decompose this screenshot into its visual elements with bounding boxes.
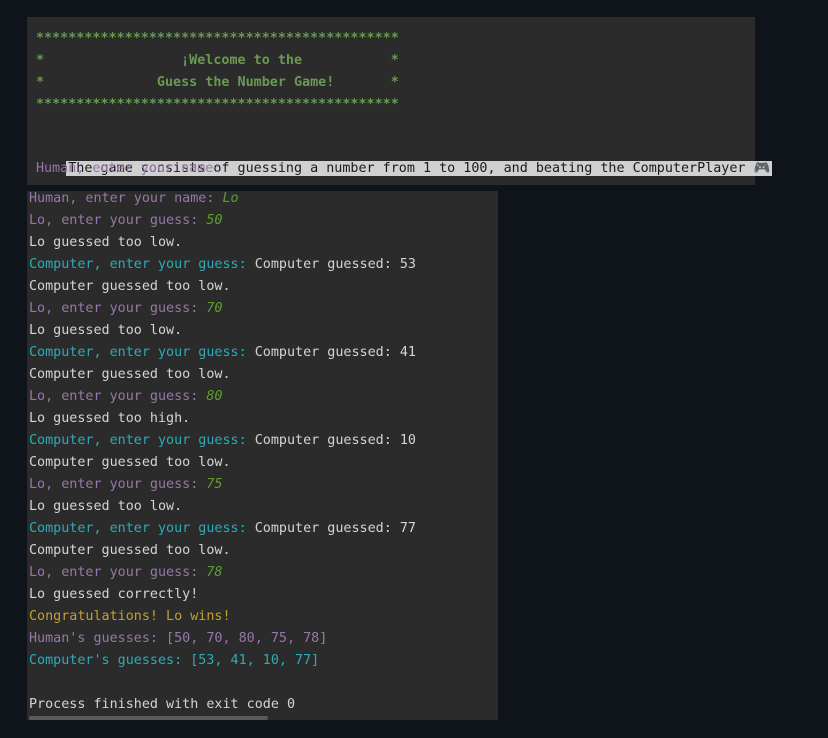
- user-input-text: 78: [206, 565, 223, 580]
- console-line: Lo guessed correctly!: [29, 584, 198, 606]
- output-text: Computer guessed too low.: [29, 367, 231, 382]
- intro-panel: ****************************************…: [27, 17, 773, 185]
- output-text: Computer guessed: 41: [254, 345, 416, 360]
- output-text: Computer, enter your guess:: [29, 433, 255, 448]
- user-input-text: 70: [206, 301, 223, 316]
- output-text: Lo, enter your guess:: [29, 301, 207, 316]
- banner-line-2: * ¡Welcome to the *: [36, 53, 399, 68]
- console-line: Lo, enter your guess: 75: [29, 474, 223, 496]
- output-text: Computer guessed too low.: [29, 455, 231, 470]
- horizontal-scrollbar[interactable]: [29, 716, 268, 720]
- output-text: Lo, enter your guess:: [29, 389, 207, 404]
- output-text: Lo, enter your guess:: [29, 477, 207, 492]
- console-line: Computer, enter your guess: Computer gue…: [29, 342, 416, 364]
- console-line: Computer, enter your guess: Computer gue…: [29, 430, 416, 452]
- console-line: Lo guessed too high.: [29, 408, 190, 430]
- console-line: Computer's guesses: [53, 41, 10, 77]: [29, 650, 319, 672]
- output-text: Computer guessed too low.: [29, 279, 231, 294]
- console-line: Computer guessed too low.: [29, 540, 231, 562]
- output-text: Computer, enter your guess:: [29, 521, 255, 536]
- output-text: Computer, enter your guess:: [29, 257, 255, 272]
- console-line: Lo guessed too low.: [29, 496, 182, 518]
- output-text: Congratulations! Lo wins!: [29, 609, 231, 624]
- banner-line-1: ****************************************…: [36, 31, 399, 46]
- output-text: Human's guesses: [50, 70, 80, 75, 78]: [29, 631, 328, 646]
- output-text: Computer guessed too low.: [29, 543, 231, 558]
- console-line: Computer, enter your guess: Computer gue…: [29, 254, 416, 276]
- console-line: Human's guesses: [50, 70, 80, 75, 78]: [29, 628, 327, 650]
- output-text: Process finished with exit code 0: [29, 697, 296, 712]
- console-line: Lo guessed too low.: [29, 320, 182, 342]
- output-text: Computer guessed: 53: [254, 257, 416, 272]
- name-prompt: Human, enter your name:: [36, 161, 222, 176]
- output-text: Lo, enter your guess:: [29, 565, 207, 580]
- banner-line-4: ****************************************…: [36, 97, 399, 112]
- console-line: Lo guessed too low.: [29, 232, 182, 254]
- user-input-text: 80: [206, 389, 223, 404]
- console-line: Human, enter your name: Lo: [29, 188, 239, 210]
- console-line: Computer, enter your guess: Computer gue…: [29, 518, 416, 540]
- output-text: Computer, enter your guess:: [29, 345, 255, 360]
- console-line: Lo, enter your guess: 80: [29, 386, 223, 408]
- output-text: Computer guessed: 77: [254, 521, 416, 536]
- console-line: Computer guessed too low.: [29, 364, 231, 386]
- output-text: Computer guessed: 10: [254, 433, 416, 448]
- game-description: The game consists of guessing a number f…: [34, 136, 773, 176]
- output-text: Lo guessed too low.: [29, 323, 183, 338]
- output-text: Computer's guesses: [53, 41, 10, 77]: [29, 653, 320, 668]
- output-text: Lo guessed too high.: [29, 411, 191, 426]
- banner-line-3: * Guess the Number Game! *: [36, 75, 399, 90]
- console-line: Congratulations! Lo wins!: [29, 606, 231, 628]
- user-input-text: Lo: [222, 191, 239, 206]
- gamepad-icon: 🎮: [753, 161, 771, 176]
- output-text: Human, enter your name:: [29, 191, 223, 206]
- console-line: Lo, enter your guess: 78: [29, 562, 223, 584]
- console-line: Computer guessed too low.: [29, 452, 231, 474]
- output-text: Lo guessed correctly!: [29, 587, 199, 602]
- user-input-text: 50: [206, 213, 223, 228]
- console-line: Process finished with exit code 0: [29, 694, 295, 716]
- console-output[interactable]: Human, enter your name: Lo Lo, enter your…: [27, 191, 498, 720]
- console-line: Lo, enter your guess: 70: [29, 298, 223, 320]
- console-line: Lo, enter your guess: 50: [29, 210, 223, 232]
- user-input-text: 75: [206, 477, 223, 492]
- output-text: Lo guessed too low.: [29, 499, 183, 514]
- console-line: Computer guessed too low.: [29, 276, 231, 298]
- output-text: Lo guessed too low.: [29, 235, 183, 250]
- output-text: Lo, enter your guess:: [29, 213, 207, 228]
